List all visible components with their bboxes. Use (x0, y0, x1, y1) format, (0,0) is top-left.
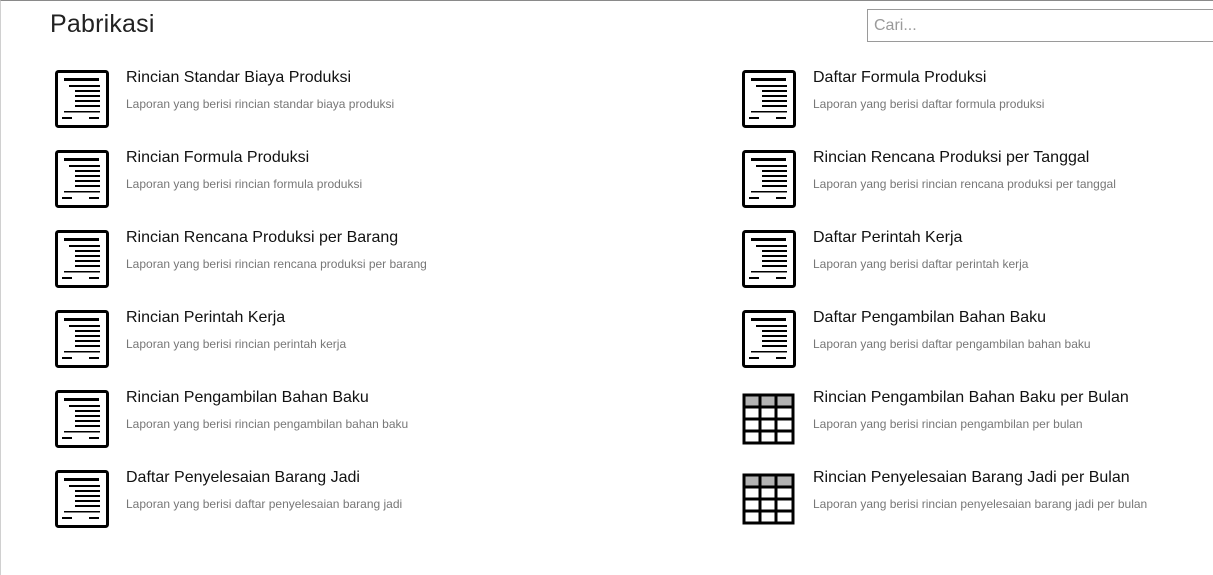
document-icon (54, 69, 110, 129)
report-description: Laporan yang berisi daftar perintah kerj… (813, 257, 1029, 271)
report-title[interactable]: Rincian Perintah Kerja (126, 309, 285, 327)
report-item-rincian-standar-biaya-produksi[interactable]: Rincian Standar Biaya Produksi Laporan ya… (54, 69, 674, 133)
report-item-rincian-perintah-kerja[interactable]: Rincian Perintah Kerja Laporan yang beris… (54, 309, 674, 373)
report-title[interactable]: Rincian Pengambilan Bahan Baku (126, 389, 369, 407)
report-description: Laporan yang berisi rincian penyelesaian… (813, 497, 1148, 511)
report-description: Laporan yang berisi rincian formula prod… (126, 177, 363, 191)
document-icon (54, 469, 110, 529)
report-title[interactable]: Rincian Pengambilan Bahan Baku per Bulan (813, 389, 1129, 407)
report-description: Laporan yang berisi daftar penyelesaian … (126, 497, 403, 511)
report-item-daftar-penyelesaian-barang-jadi[interactable]: Daftar Penyelesaian Barang Jadi Laporan y… (54, 469, 674, 533)
report-description: Laporan yang berisi rincian rencana prod… (813, 177, 1116, 191)
document-icon (741, 69, 797, 129)
report-title[interactable]: Daftar Perintah Kerja (813, 229, 962, 247)
report-title[interactable]: Rincian Rencana Produksi per Tanggal (813, 149, 1089, 167)
report-item-daftar-formula-produksi[interactable]: Daftar Formula Produksi Laporan yang beri… (741, 69, 1213, 133)
report-item-rincian-rencana-produksi-per-tanggal[interactable]: Rincian Rencana Produksi per Tanggal Lapo… (741, 149, 1213, 213)
report-description: Laporan yang berisi rincian perintah ker… (126, 337, 347, 351)
document-icon (741, 309, 797, 369)
report-item-rincian-pengambilan-bahan-baku[interactable]: Rincian Pengambilan Bahan Baku Laporan ya… (54, 389, 674, 453)
report-item-rincian-pengambilan-bahan-baku-per-bulan[interactable]: Rincian Pengambilan Bahan Baku per Bulan… (741, 389, 1213, 453)
document-icon (54, 149, 110, 209)
report-title[interactable]: Daftar Pengambilan Bahan Baku (813, 309, 1046, 327)
report-title[interactable]: Rincian Formula Produksi (126, 149, 309, 167)
report-description: Laporan yang berisi rincian standar biay… (126, 97, 395, 111)
report-title[interactable]: Daftar Penyelesaian Barang Jadi (126, 469, 360, 487)
document-icon (741, 229, 797, 289)
report-description: Laporan yang berisi rincian rencana prod… (126, 257, 427, 271)
report-item-rincian-penyelesaian-barang-jadi-per-bulan[interactable]: Rincian Penyelesaian Barang Jadi per Bul… (741, 469, 1213, 533)
document-icon (54, 309, 110, 369)
report-description: Laporan yang berisi daftar pengambilan b… (813, 337, 1091, 351)
report-title[interactable]: Rincian Penyelesaian Barang Jadi per Bul… (813, 469, 1130, 487)
grid-table-icon (741, 389, 797, 449)
report-item-daftar-perintah-kerja[interactable]: Daftar Perintah Kerja Laporan yang berisi… (741, 229, 1213, 293)
document-icon (741, 149, 797, 209)
report-item-rincian-formula-produksi[interactable]: Rincian Formula Produksi Laporan yang ber… (54, 149, 674, 213)
grid-table-icon (741, 469, 797, 529)
report-page: Pabrikasi Rincian Standar Biaya Produksi… (0, 0, 1213, 575)
document-icon (54, 389, 110, 449)
report-description: Laporan yang berisi daftar formula produ… (813, 97, 1045, 111)
report-item-daftar-pengambilan-bahan-baku[interactable]: Daftar Pengambilan Bahan Baku Laporan yan… (741, 309, 1213, 373)
page-title: Pabrikasi (50, 10, 155, 38)
report-title[interactable]: Rincian Rencana Produksi per Barang (126, 229, 398, 247)
search-input[interactable] (867, 9, 1213, 42)
report-item-rincian-rencana-produksi-per-barang[interactable]: Rincian Rencana Produksi per Barang Lapor… (54, 229, 674, 293)
document-icon (54, 229, 110, 289)
report-title[interactable]: Daftar Formula Produksi (813, 69, 986, 87)
report-description: Laporan yang berisi rincian pengambilan … (126, 417, 409, 431)
report-title[interactable]: Rincian Standar Biaya Produksi (126, 69, 351, 87)
report-description: Laporan yang berisi rincian pengambilan … (813, 417, 1083, 431)
